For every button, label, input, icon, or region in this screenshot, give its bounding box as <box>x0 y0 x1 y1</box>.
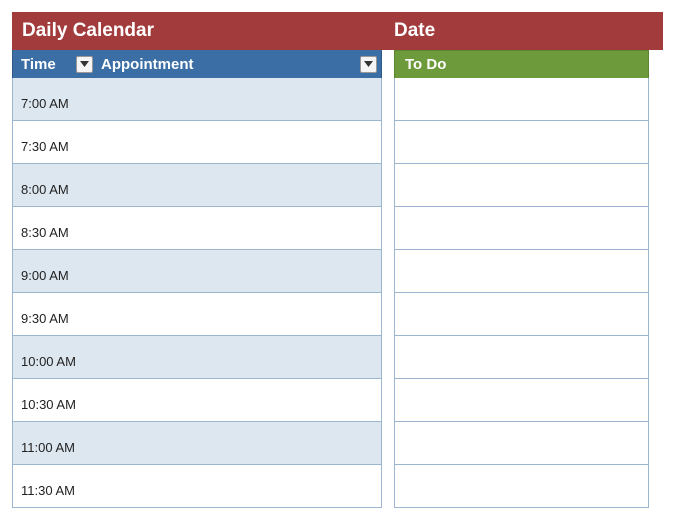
todo-row[interactable] <box>395 293 648 336</box>
todo-column: To Do <box>394 50 649 508</box>
time-cell: 7:00 AM <box>13 78 95 120</box>
chevron-down-icon <box>364 61 373 67</box>
appointment-filter-dropdown[interactable] <box>360 56 377 73</box>
todo-row[interactable] <box>395 164 648 207</box>
appointment-cell[interactable] <box>95 164 381 206</box>
appointment-cell[interactable] <box>95 465 381 507</box>
todo-row[interactable] <box>395 207 648 250</box>
appointment-cell[interactable] <box>95 121 381 163</box>
time-row[interactable]: 7:00 AM <box>13 78 381 121</box>
time-cell: 11:00 AM <box>13 422 95 464</box>
time-row[interactable]: 8:30 AM <box>13 207 381 250</box>
chevron-down-icon <box>80 61 89 67</box>
todo-row[interactable] <box>395 78 648 121</box>
appointment-cell[interactable] <box>95 379 381 421</box>
time-header-label: Time <box>21 56 56 73</box>
todo-row[interactable] <box>395 379 648 422</box>
todo-row[interactable] <box>395 336 648 379</box>
time-row[interactable]: 10:30 AM <box>13 379 381 422</box>
time-row[interactable]: 11:00 AM <box>13 422 381 465</box>
header-title-left: Daily Calendar <box>12 20 382 42</box>
time-cell: 10:30 AM <box>13 379 95 421</box>
time-cell: 9:30 AM <box>13 293 95 335</box>
appointment-cell[interactable] <box>95 250 381 292</box>
time-cell: 8:00 AM <box>13 164 95 206</box>
time-row[interactable]: 11:30 AM <box>13 465 381 508</box>
time-cell: 10:00 AM <box>13 336 95 378</box>
time-row[interactable]: 9:30 AM <box>13 293 381 336</box>
appointment-cell[interactable] <box>95 422 381 464</box>
time-filter-dropdown[interactable] <box>76 56 93 73</box>
time-row[interactable]: 9:00 AM <box>13 250 381 293</box>
time-cell: 9:00 AM <box>13 250 95 292</box>
todo-row[interactable] <box>395 422 648 465</box>
appointment-cell[interactable] <box>95 78 381 120</box>
time-column-header: Time <box>13 56 95 73</box>
todo-row[interactable] <box>395 465 648 508</box>
appointment-column-header: Appointment <box>95 56 381 73</box>
time-cell: 7:30 AM <box>13 121 95 163</box>
calendar-header-row: Time Appointment <box>12 50 382 78</box>
calendar-container: Daily Calendar Date Time Appointment <box>0 0 675 520</box>
todo-row[interactable] <box>395 121 648 164</box>
time-cell: 8:30 AM <box>13 207 95 249</box>
appointment-header-label: Appointment <box>101 56 193 73</box>
calendar-column: Time Appointment 7:00 AM 7:30 AM 8:00 AM… <box>12 50 382 508</box>
time-row[interactable]: 7:30 AM <box>13 121 381 164</box>
header-title-right: Date <box>382 20 435 42</box>
todo-header-label: To Do <box>405 56 446 73</box>
todo-row[interactable] <box>395 250 648 293</box>
time-row[interactable]: 10:00 AM <box>13 336 381 379</box>
header-band: Daily Calendar Date <box>12 12 663 50</box>
todo-rows <box>394 78 649 508</box>
time-rows: 7:00 AM 7:30 AM 8:00 AM 8:30 AM 9:00 AM … <box>12 78 382 508</box>
body-area: Time Appointment 7:00 AM 7:30 AM 8:00 AM… <box>12 50 663 508</box>
appointment-cell[interactable] <box>95 207 381 249</box>
appointment-cell[interactable] <box>95 336 381 378</box>
todo-header: To Do <box>394 50 649 78</box>
time-row[interactable]: 8:00 AM <box>13 164 381 207</box>
appointment-cell[interactable] <box>95 293 381 335</box>
time-cell: 11:30 AM <box>13 465 95 507</box>
